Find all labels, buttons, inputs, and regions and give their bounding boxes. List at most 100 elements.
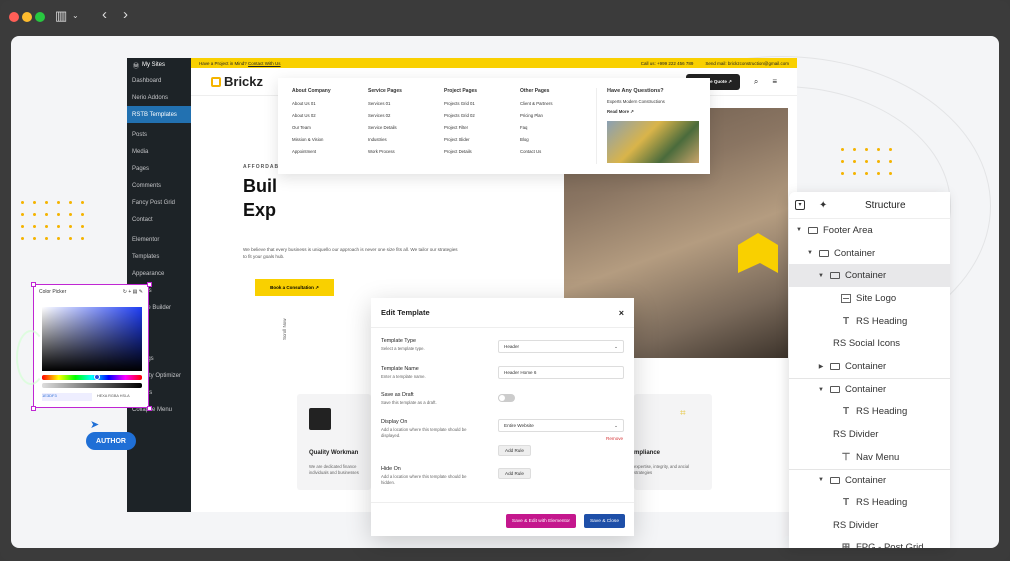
save-as-draft-toggle[interactable] (498, 394, 515, 402)
display-on-select[interactable]: Entire Website ⌄ (498, 419, 624, 432)
template-type-select[interactable]: Header ⌄ (498, 340, 624, 353)
remove-rule-link[interactable]: Remove (606, 436, 623, 441)
my-sites-link[interactable]: Ⓦ My Sites (127, 58, 197, 72)
mega-menu-link[interactable]: Blog (520, 137, 586, 142)
mega-menu-column: About Company About Us 01 About Us 02 Our T… (292, 88, 358, 164)
wp-menu-item[interactable]: Pages (127, 160, 197, 177)
alpha-slider[interactable] (42, 383, 142, 388)
mega-menu-link[interactable]: About Us 01 (292, 101, 358, 106)
structure-item[interactable]: ▶ Container (789, 355, 950, 378)
structure-item[interactable]: ⊞ FPG - Post Grid (789, 537, 950, 548)
saturation-area[interactable] (42, 307, 142, 371)
mega-menu-link[interactable]: Projects Grid 02 (444, 113, 510, 118)
stack-icon[interactable]: ▤ (133, 289, 138, 295)
wp-menu-item[interactable]: Comments (127, 177, 197, 194)
wp-menu-item[interactable]: Elementor (127, 231, 197, 248)
structure-item[interactable]: RS Divider (789, 514, 950, 537)
structure-item[interactable]: T RS Heading (789, 491, 950, 514)
chevron-down-icon[interactable]: ▼ (817, 477, 825, 483)
structure-item[interactable]: RS Social Icons (789, 332, 950, 355)
wordpress-icon: Ⓦ (133, 63, 140, 70)
book-consultation-button[interactable]: Book a Consultation ↗ (255, 279, 334, 296)
add-display-rule-button[interactable]: Add Rule (498, 445, 531, 456)
site-logo[interactable]: Brickz (211, 74, 263, 89)
structure-item[interactable]: ▼ Container (789, 264, 950, 288)
mega-menu-link[interactable]: Contact Us (520, 149, 586, 154)
color-picker-title: Color Picker (39, 289, 67, 295)
panel-collapse-icon[interactable]: ▾ (795, 200, 805, 210)
chevron-down-icon[interactable]: ⌄ (72, 11, 79, 20)
close-icon[interactable]: × (619, 308, 624, 318)
wp-menu-item[interactable]: Posts (127, 126, 197, 143)
contact-link[interactable]: Contact With Us (248, 61, 281, 66)
resize-handle[interactable] (31, 282, 36, 287)
mega-menu-link[interactable]: Work Process (368, 149, 434, 154)
eyedropper-icon[interactable]: ✎ (139, 289, 143, 295)
chevron-right-icon[interactable]: ▶ (817, 363, 825, 370)
resize-handle[interactable] (147, 282, 152, 287)
structure-item[interactable]: Site Logo (789, 287, 950, 310)
template-name-input[interactable]: Header Home 6 (498, 366, 624, 379)
save-edit-elementor-button[interactable]: Save & Edit with Elementor (505, 514, 576, 528)
mega-menu-link[interactable]: Services 01 (368, 101, 434, 106)
sidebar-toggle-icon[interactable]: ▥ (55, 8, 67, 24)
browser-window: ▥ ⌄ ‹ › Ⓦ My Sites Dashboard Nerio Addons R… (0, 0, 1010, 561)
structure-item[interactable]: T RS Heading (789, 310, 950, 333)
resize-handle[interactable] (31, 406, 36, 411)
mega-menu-link[interactable]: About Us 02 (292, 113, 358, 118)
add-hide-rule-button[interactable]: Add Rule (498, 468, 531, 479)
structure-item[interactable]: ▼ Footer Area (789, 219, 950, 242)
wp-menu-item[interactable]: Fancy Post Grid (127, 194, 197, 211)
topbar-email: Send mail: brickzconstruction@gmail.com (705, 60, 789, 66)
close-window-button[interactable] (9, 12, 19, 22)
wp-menu-item[interactable]: Media (127, 143, 197, 160)
add-icon[interactable]: + (128, 289, 131, 295)
structure-item[interactable]: ▼ Container (789, 242, 950, 265)
minimize-window-button[interactable] (22, 12, 32, 22)
resize-handle[interactable] (147, 406, 152, 411)
search-icon[interactable]: ⌕ (754, 77, 758, 87)
chevron-down-icon[interactable]: ▼ (817, 273, 825, 279)
structure-item[interactable]: ⊤ Nav Menu (789, 446, 950, 469)
structure-item[interactable]: ▼ Container (789, 468, 950, 492)
mega-menu-link[interactable]: Projects Grid 01 (444, 101, 510, 106)
chevron-down-icon[interactable]: ▼ (795, 227, 803, 233)
mega-menu-link[interactable]: Service Details (368, 125, 434, 130)
read-more-link[interactable]: Read More ↗ (607, 109, 696, 115)
modal-title: Edit Template (381, 308, 430, 317)
chevron-down-icon[interactable]: ▼ (817, 387, 825, 393)
mega-menu-link[interactable]: Project Slider (444, 137, 510, 142)
hex-input[interactable]: 1E3DF3 (42, 393, 92, 401)
mega-menu-link[interactable]: Faq (520, 125, 586, 130)
wp-menu-item[interactable]: RSTB Templates (127, 106, 197, 123)
maximize-window-button[interactable] (35, 12, 45, 22)
mega-menu-link[interactable]: Mission & Vision (292, 137, 358, 142)
structure-item-label: RS Divider (833, 429, 879, 441)
mega-menu-link[interactable]: Our Team (292, 125, 358, 130)
chevron-down-icon[interactable]: ▼ (806, 250, 814, 256)
structure-item[interactable]: ▼ Container (789, 377, 950, 401)
wp-menu-item[interactable]: Templates (127, 248, 197, 265)
mega-menu-link[interactable]: Client & Partners (520, 101, 586, 106)
structure-item[interactable]: T RS Heading (789, 401, 950, 424)
wp-menu-item[interactable]: Nerio Addons (127, 89, 197, 106)
mega-menu-link[interactable]: Project Details (444, 149, 510, 154)
hamburger-icon[interactable]: ≡ (772, 77, 777, 86)
mega-menu-link[interactable]: Services 02 (368, 113, 434, 118)
wp-menu-item[interactable]: Dashboard (127, 72, 197, 89)
hue-handle[interactable] (94, 374, 100, 380)
sparkle-icon[interactable]: ✦ (819, 200, 827, 211)
save-close-button[interactable]: Save & Close (583, 514, 625, 528)
wp-menu-item[interactable]: Appearance (127, 265, 197, 282)
mega-menu-link[interactable]: Pricing Plan (520, 113, 586, 118)
back-icon[interactable]: ‹ (102, 6, 107, 23)
structure-item[interactable]: RS Divider (789, 423, 950, 446)
forward-icon[interactable]: › (123, 6, 128, 23)
hero-heading-line2: Exp (243, 200, 277, 220)
reset-icon[interactable]: ↻ (123, 289, 127, 295)
wp-menu-item[interactable]: Contact (127, 211, 197, 228)
mega-menu-link[interactable]: Industries (368, 137, 434, 142)
hue-slider[interactable] (42, 375, 142, 380)
mega-menu-link[interactable]: Appointment (292, 149, 358, 154)
mega-menu-link[interactable]: Project Filter (444, 125, 510, 130)
